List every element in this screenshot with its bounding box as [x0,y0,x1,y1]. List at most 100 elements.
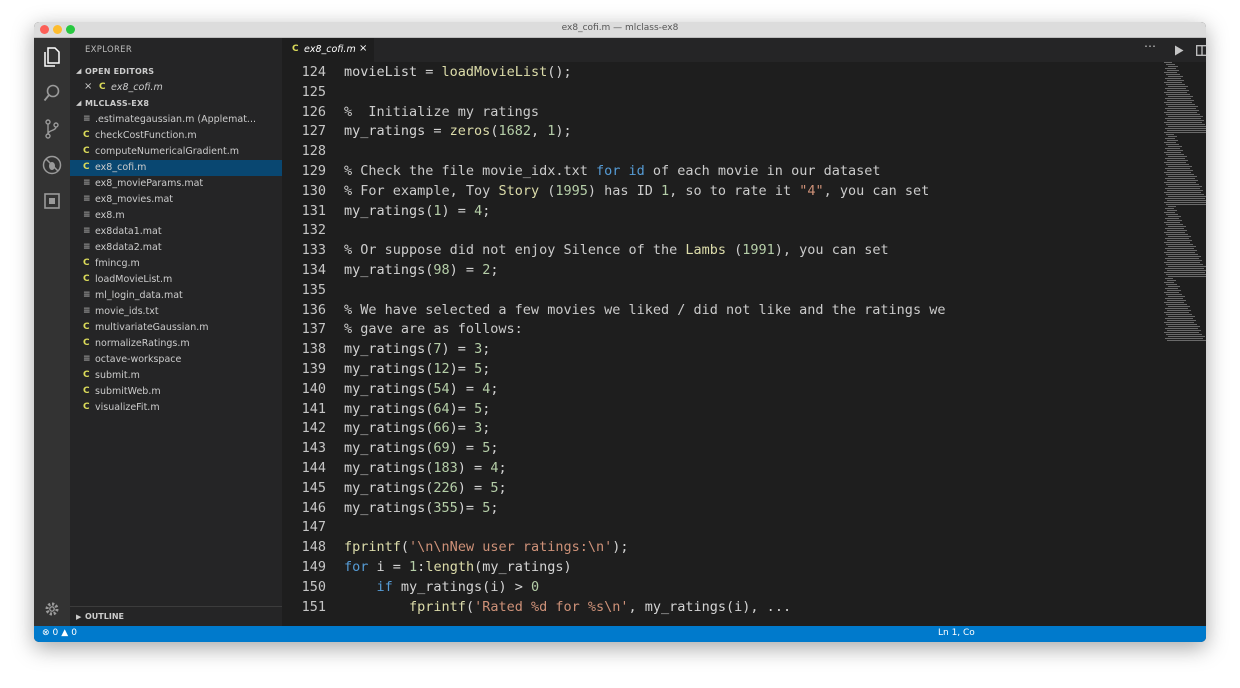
line-number: 128 [301,143,326,160]
minimap-line [1168,326,1200,327]
folder-section[interactable]: ◢ MLCLASS-EX8 [70,96,282,112]
minimap-line [1164,302,1184,303]
code-line[interactable]: 140 my_ratings(54) = 4; [282,379,1162,399]
code-line[interactable]: 150 if my_ratings(i) > 0 [282,577,1162,597]
minimap-line [1164,292,1179,293]
code-line[interactable]: 139 my_ratings(12)= 5; [282,359,1162,379]
minimap-line [1166,294,1182,295]
more-actions-icon[interactable]: ⋯ [1142,38,1158,54]
code-line[interactable]: 135 [282,280,1162,300]
code-editor[interactable]: 124 movieList = loadMovieList(); 125 126% I… [282,62,1162,626]
file-item[interactable]: ≡ ex8_movies.mat [70,192,282,208]
line-number: 135 [301,281,326,298]
warning-count: 0 [71,628,77,638]
run-icon[interactable] [1172,43,1186,57]
code-token: % We have selected a few movies we liked… [344,301,946,318]
cursor-position[interactable]: Ln 1, Co [938,628,975,638]
open-editor-item[interactable]: × C ex8_cofi.m [70,80,282,96]
source-control-icon[interactable] [41,118,63,140]
file-item[interactable]: CnormalizeRatings.m [70,336,282,352]
minimap-line [1167,240,1192,241]
file-name: normalizeRatings.m [95,338,190,349]
file-item[interactable]: ≡ ml_login_data.mat [70,288,282,304]
file-item[interactable]: CmultivariateGaussian.m [70,320,282,336]
line-number: 151 [301,598,326,615]
debug-icon[interactable] [41,154,63,176]
code-line[interactable]: 129 % Check the file movie_idx.txt for id… [282,161,1162,181]
code-line[interactable]: 127 my_ratings = zeros(1682, 1); [282,121,1162,141]
minimap-line [1168,86,1188,87]
code-token: 7 [433,341,442,358]
code-token: "4" [799,182,824,199]
settings-gear-icon[interactable] [41,598,63,620]
file-item[interactable]: CcomputeNumericalGradient.m [70,144,282,160]
minimap-line [1165,188,1200,189]
file-item[interactable]: Cex8_cofi.m [70,160,282,176]
code-line[interactable]: 133 % Or suppose did not enjoy Silence of… [282,240,1162,260]
split-editor-icon[interactable] [1195,43,1206,57]
code-line[interactable]: 126 % Initialize my ratings [282,102,1162,122]
close-tab-icon[interactable]: × [359,43,367,54]
close-icon[interactable]: × [84,81,92,92]
minimap-line [1168,226,1186,227]
search-icon[interactable] [41,82,63,104]
file-item[interactable]: ≡ ex8.m [70,208,282,224]
code-token: 0 [530,578,540,595]
extensions-icon[interactable] [41,190,63,212]
problems-indicator[interactable]: ⊗ 0 ▲ 0 [42,628,77,638]
file-icon: ≡ [83,114,91,124]
minimap[interactable] [1164,62,1206,362]
code-line[interactable]: 141 my_ratings(64)= 5; [282,399,1162,419]
code-line[interactable]: 145 my_ratings(226) = 5; [282,478,1162,498]
code-line[interactable]: 125 [282,82,1162,102]
file-item[interactable]: CcheckCostFunction.m [70,128,282,144]
minimap-line [1167,70,1179,71]
file-item[interactable]: ≡ ex8_movieParams.mat [70,176,282,192]
matlab-c-icon: C [83,258,90,268]
file-item[interactable]: Cfmincg.m [70,256,282,272]
file-item[interactable]: CsubmitWeb.m [70,384,282,400]
code-line[interactable]: 144 my_ratings(183) = 4; [282,458,1162,478]
file-item[interactable]: ≡ ex8data1.mat [70,224,282,240]
code-line[interactable]: 142 my_ratings(66)= 3; [282,418,1162,438]
outline-section[interactable]: ▶ OUTLINE [70,606,282,627]
code-line[interactable]: 138 my_ratings(7) = 3; [282,339,1162,359]
minimap-line [1164,172,1191,173]
minimap-line [1168,336,1205,337]
file-item[interactable]: Csubmit.m [70,368,282,384]
code-line[interactable]: 136 % We have selected a few movies we li… [282,300,1162,320]
code-line[interactable]: 128 [282,141,1162,161]
minimap-line [1168,206,1176,207]
code-line[interactable]: 146 my_ratings(355)= 5; [282,498,1162,518]
code-text: % Check the file movie_idx.txt for id of… [344,161,880,181]
minimap-line [1165,148,1180,149]
matlab-c-icon: C [83,338,90,348]
code-line[interactable]: 132 [282,220,1162,240]
matlab-c-icon: C [83,370,90,380]
file-item[interactable]: CloadMovieList.m [70,272,282,288]
code-line[interactable]: 124 movieList = loadMovieList(); [282,62,1162,82]
code-line[interactable]: 134 my_ratings(98) = 2; [282,260,1162,280]
code-line[interactable]: 143 my_ratings(69) = 5; [282,438,1162,458]
code-line[interactable]: 149 for i = 1:length(my_ratings) [282,557,1162,577]
code-token: 4 [474,202,483,219]
code-line[interactable]: 148 fprintf('\n\nNew user ratings:\n'); [282,537,1162,557]
code-line[interactable]: 151 fprintf('Rated %d for %s\n', my_rati… [282,597,1162,617]
tab-ex8-cofi[interactable]: C ex8_cofi.m × [282,38,374,62]
minimap-line [1168,156,1187,157]
explorer-icon[interactable] [41,46,63,68]
file-item[interactable]: ≡ ex8data2.mat [70,240,282,256]
code-token: )= [449,420,475,437]
file-item[interactable]: ≡ octave-workspace [70,352,282,368]
code-line[interactable]: 130 % For example, Toy Story (1995) has I… [282,181,1162,201]
code-line[interactable]: 137 % gave are as follows: [282,319,1162,339]
code-line[interactable]: 147 [282,517,1162,537]
minimap-line [1166,244,1193,245]
code-line[interactable]: 131 my_ratings(1) = 4; [282,201,1162,221]
minimap-line [1167,80,1184,81]
open-editors-section[interactable]: ◢ OPEN EDITORS [70,64,282,80]
file-item[interactable]: ≡ .estimategaussian.m (Applemat... [70,112,282,128]
file-item[interactable]: ≡ movie_ids.txt [70,304,282,320]
minimap-line [1167,230,1187,231]
file-item[interactable]: CvisualizeFit.m [70,400,282,416]
